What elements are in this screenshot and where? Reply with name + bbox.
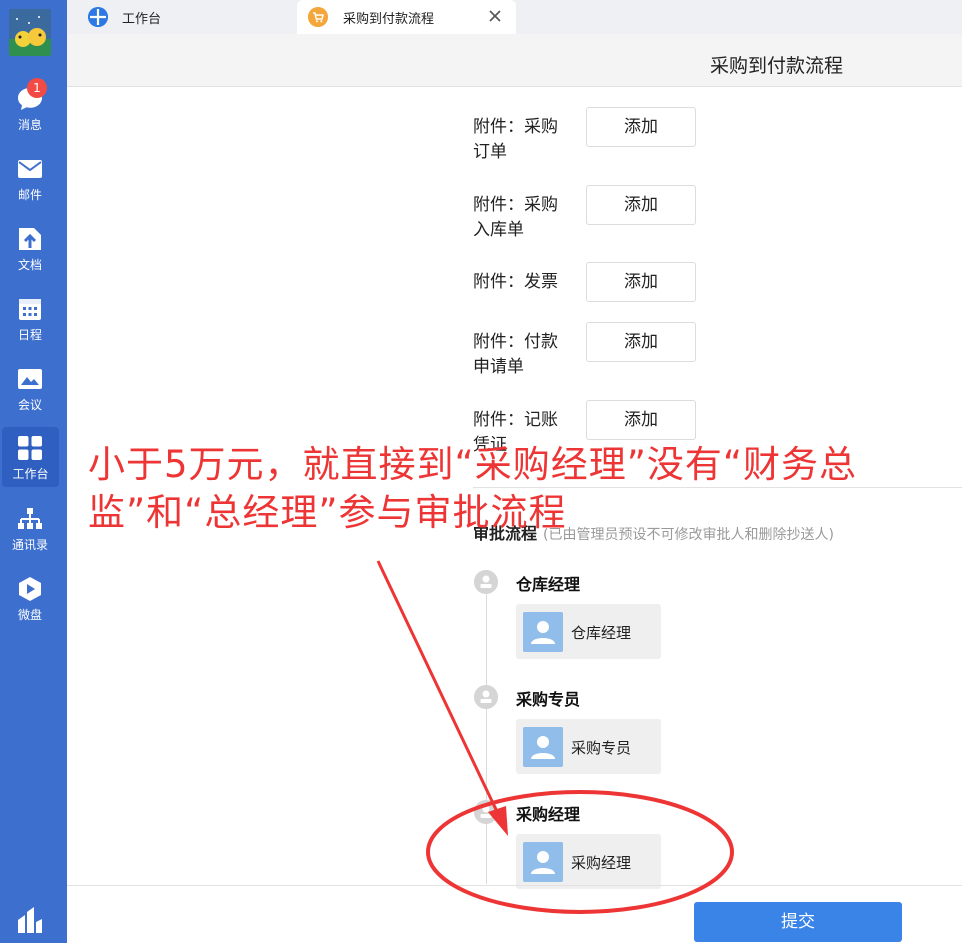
approver-name: 采购经理 bbox=[571, 854, 632, 872]
approver-step-icon bbox=[474, 800, 498, 824]
sidebar-item-calendar[interactable]: 日程 bbox=[0, 288, 67, 348]
sidebar-item-label: 文档 bbox=[17, 258, 42, 272]
page-title: 采购到付款流程 bbox=[710, 55, 844, 77]
approver-step-icon bbox=[474, 685, 498, 709]
attachment-label: 附件：采购入库单 bbox=[473, 195, 558, 240]
approval-step-title: 采购经理 bbox=[516, 805, 581, 824]
approver-name: 仓库经理 bbox=[571, 624, 632, 642]
approver-card: 采购专员 bbox=[516, 719, 661, 774]
calendar-icon bbox=[19, 299, 41, 320]
sidebar-item-workbench[interactable]: 工作台 bbox=[2, 427, 59, 487]
tab-workbench[interactable]: 工作台 bbox=[67, 0, 297, 34]
tab-label: 采购到付款流程 bbox=[343, 12, 435, 27]
add-attachment-button[interactable]: 添加 bbox=[586, 107, 696, 147]
tab-label: 工作台 bbox=[122, 12, 162, 27]
approver-name: 采购专员 bbox=[571, 739, 632, 757]
sidebar-item-mail[interactable]: 邮件 bbox=[0, 148, 67, 208]
sidebar-item-drive[interactable]: 微盘 bbox=[0, 568, 67, 628]
attachment-label: 附件：发票 bbox=[473, 272, 558, 292]
person-avatar-icon bbox=[523, 727, 563, 767]
add-attachment-button[interactable]: 添加 bbox=[586, 322, 696, 362]
sidebar-item-docs[interactable]: 文档 bbox=[0, 218, 67, 278]
document-icon bbox=[19, 228, 41, 250]
sidebar-item-label: 通讯录 bbox=[11, 538, 48, 552]
shopping-cart-icon bbox=[308, 7, 328, 27]
sidebar-item-label: 邮件 bbox=[17, 188, 42, 202]
workbench-grid-icon bbox=[18, 436, 42, 460]
sidebar-item-meeting[interactable]: 会议 bbox=[0, 358, 67, 418]
attachment-label: 附件：付款申请单 bbox=[473, 332, 558, 377]
tab-procurement-flow[interactable]: 采购到付款流程 bbox=[297, 0, 516, 34]
left-nav-rail: 消息 1 邮件 文档 日程 会议 工作台 通讯录 微盘 bbox=[0, 0, 67, 943]
person-avatar-icon bbox=[523, 842, 563, 882]
add-attachment-button[interactable]: 添加 bbox=[586, 262, 696, 302]
mail-icon bbox=[18, 160, 42, 178]
approver-card: 仓库经理 bbox=[516, 604, 661, 659]
tab-bar: 工作台 采购到付款流程 bbox=[67, 0, 962, 34]
close-icon[interactable] bbox=[485, 6, 505, 26]
approver-card: 采购经理 bbox=[516, 834, 661, 889]
user-avatar[interactable] bbox=[9, 9, 51, 56]
add-attachment-button[interactable]: 添加 bbox=[586, 400, 696, 440]
footer-divider bbox=[67, 885, 962, 886]
sidebar-item-label: 日程 bbox=[17, 328, 42, 342]
sidebar-item-label: 微盘 bbox=[17, 608, 42, 622]
approval-step-title: 采购专员 bbox=[516, 690, 581, 709]
flow-connector-line bbox=[486, 594, 487, 884]
attachment-label: 附件：采购订单 bbox=[473, 117, 558, 162]
sidebar-item-contacts[interactable]: 通讯录 bbox=[0, 498, 67, 558]
annotation-note: 小于5万元，就直接到“采购经理”没有“财务总监”和“总经理”参与审批流程 bbox=[88, 443, 858, 534]
workbench-globe-icon bbox=[88, 7, 108, 27]
meeting-icon bbox=[18, 369, 42, 389]
person-avatar-icon bbox=[523, 612, 563, 652]
sidebar-item-label: 工作台 bbox=[12, 467, 49, 481]
submit-button[interactable]: 提交 bbox=[694, 902, 902, 942]
page-header: 采购到付款流程 bbox=[67, 34, 962, 87]
cloud-drive-icon bbox=[19, 577, 41, 601]
app-logo-icon[interactable] bbox=[17, 906, 43, 934]
approval-step-title: 仓库经理 bbox=[516, 575, 581, 594]
unread-badge: 1 bbox=[27, 78, 47, 98]
add-attachment-button[interactable]: 添加 bbox=[586, 185, 696, 225]
sidebar-item-label: 会议 bbox=[17, 398, 42, 412]
contacts-org-icon bbox=[18, 508, 42, 529]
approver-step-icon bbox=[474, 570, 498, 594]
sidebar-item-label: 消息 bbox=[17, 118, 42, 132]
